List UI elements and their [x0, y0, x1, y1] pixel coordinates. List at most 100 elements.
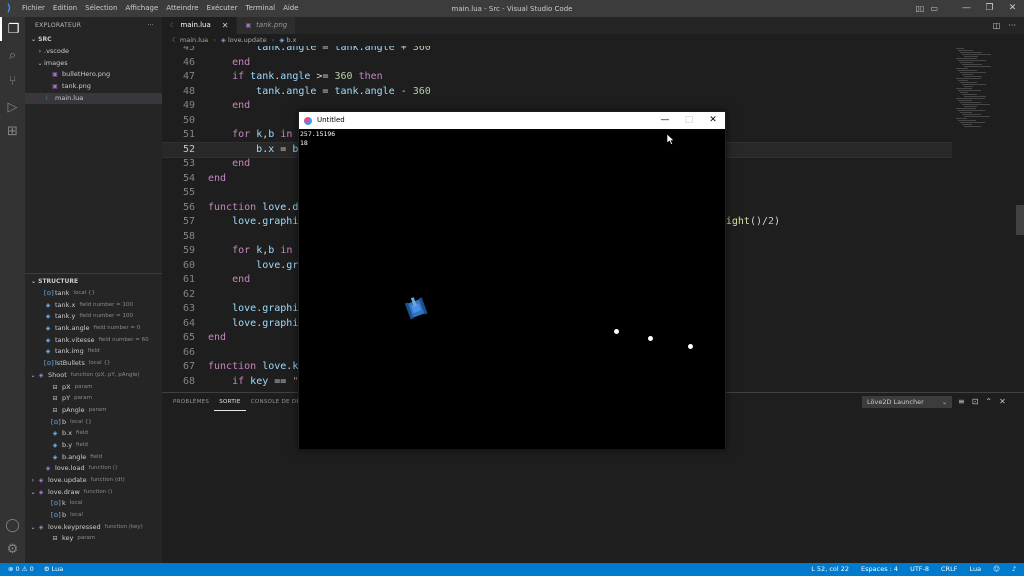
love-title-bar[interactable]: Untitled — □ ✕ — [299, 112, 725, 129]
outline-item[interactable]: ⊟ pAngle param — [25, 405, 162, 417]
maximize-panel-icon[interactable]: ⌃ — [985, 396, 992, 408]
outline-item[interactable]: ⊟ key param — [25, 533, 162, 545]
lock-scroll-icon[interactable]: ⊡ — [972, 396, 979, 408]
search-icon[interactable]: ⌕ — [0, 43, 25, 67]
minimize-button[interactable]: — — [955, 0, 978, 17]
outline-item[interactable]: ⌄ ◈ love.draw function () — [25, 487, 162, 499]
code-line[interactable]: 48 tank.angle = tank.angle - 360 — [162, 85, 952, 100]
source-control-icon[interactable]: ⑂ — [0, 69, 25, 93]
outline-item[interactable]: ◈ tank.angle field number = 0 — [25, 323, 162, 335]
explorer-icon[interactable]: ❐ — [0, 17, 25, 41]
outline-item[interactable]: [⊙] k local — [25, 498, 162, 510]
minimap[interactable] — [952, 46, 1012, 392]
breadcrumb-field[interactable]: b.x — [286, 36, 296, 44]
outline-item[interactable]: ⌄ ◈ love.keypressed function (key) — [25, 522, 162, 534]
menu-item[interactable]: Edition — [49, 0, 81, 17]
layout-panel-icon[interactable]: ▭ — [930, 0, 938, 17]
outline-item[interactable]: ⌄ ◈ Shoot function (pX, pY, pAngle) — [25, 370, 162, 382]
panel-tab[interactable]: SORTIE — [214, 394, 246, 411]
more-actions-button[interactable]: ··· — [147, 17, 154, 34]
output-channel-select[interactable]: Löve2D Launcher ⌄ — [862, 396, 952, 408]
folder-item[interactable]: › .vscode — [25, 46, 162, 58]
menu-item[interactable]: Exécuter — [203, 0, 242, 17]
run-debug-icon[interactable]: ▷ — [0, 95, 25, 119]
restore-button[interactable]: ❐ — [978, 0, 1001, 17]
code-line[interactable]: 46 end — [162, 56, 952, 71]
menu-item[interactable]: Sélection — [81, 0, 121, 17]
outline-item[interactable]: [⊙] lstBullets local {} — [25, 358, 162, 370]
split-editor-icon[interactable]: ◫ — [993, 17, 1001, 34]
language-mode[interactable]: Lua — [969, 563, 981, 576]
chevron-icon[interactable]: ⌄ — [29, 487, 37, 499]
function-icon: ◈ — [38, 523, 44, 531]
file-item[interactable]: ▣ tank.png — [25, 81, 162, 93]
close-tab-icon[interactable]: ✕ — [222, 17, 229, 34]
editor-tab[interactable]: ☾ main.lua ✕ — [162, 17, 238, 34]
chevron-icon[interactable]: ⌄ — [29, 522, 37, 534]
outline-item[interactable]: ◈ b.angle field — [25, 452, 162, 464]
code-line[interactable]: 47 if tank.angle >= 360 then — [162, 70, 952, 85]
file-item[interactable]: ☾ main.lua — [25, 92, 162, 105]
line-number: 52 — [182, 143, 195, 155]
folder-header[interactable]: ⌄ SRC — [25, 34, 162, 46]
menu-item[interactable]: Aide — [279, 0, 302, 17]
menu-item[interactable]: Terminal — [241, 0, 279, 17]
breadcrumb-function[interactable]: love.update — [228, 36, 267, 44]
image-file-icon: ▣ — [52, 71, 58, 79]
menu-item[interactable]: Fichier — [18, 0, 49, 17]
menu-item[interactable]: Atteindre — [162, 0, 202, 17]
panel-tab[interactable]: PROBLÈMES — [168, 393, 214, 411]
file-item[interactable]: ▣ bulletHero.png — [25, 69, 162, 81]
outline-item[interactable]: ◈ b.y field — [25, 440, 162, 452]
love-maximize-button[interactable]: □ — [677, 112, 701, 129]
outline-item[interactable]: ⊟ pY param — [25, 393, 162, 405]
outline-item[interactable]: ◈ tank.img field — [25, 346, 162, 358]
outline-detail: function () — [83, 488, 113, 495]
outline-item[interactable]: ◈ b.x field — [25, 428, 162, 440]
code-text: function love.ke — [208, 361, 304, 372]
menu-item[interactable]: Affichage — [121, 0, 162, 17]
outline-item[interactable]: ◈ tank.y field number = 100 — [25, 311, 162, 323]
notifications-icon[interactable]: ♪ — [1012, 563, 1016, 576]
outline-item[interactable]: [⊙] b local {} — [25, 417, 162, 429]
outline-item[interactable]: [⊙] b local — [25, 510, 162, 522]
feedback-icon[interactable]: ☺ — [993, 563, 1000, 576]
problems-status[interactable]: ⊗ 0 ⚠ 0 — [8, 563, 34, 576]
layout-sidebar-icon[interactable]: ▯▯ — [916, 0, 925, 17]
close-window-button[interactable]: ✕ — [1001, 0, 1024, 17]
editor-tab[interactable]: ▣ tank.png — [237, 17, 297, 34]
outline-item[interactable]: ◈ love.load function () — [25, 463, 162, 475]
chevron-icon[interactable]: ⌄ — [29, 370, 37, 382]
structure-title: STRUCTURE — [38, 278, 79, 285]
outline-item[interactable]: › ◈ love.update function (dt) — [25, 475, 162, 487]
minimap-line — [962, 124, 972, 125]
outline-item[interactable]: ⊟ pX param — [25, 382, 162, 394]
folder-item[interactable]: ⌄ images — [25, 58, 162, 70]
code-line[interactable]: 45 tank.angle = tank.angle + 360 — [162, 46, 952, 56]
encoding-status[interactable]: UTF-8 — [910, 563, 929, 576]
lua-status[interactable]: ⚙ Lua — [44, 563, 64, 576]
eol-status[interactable]: CRLF — [941, 563, 957, 576]
indentation-status[interactable]: Espaces : 4 — [861, 563, 898, 576]
game-canvas[interactable]: 257.15196 18 — [299, 129, 725, 449]
clear-output-icon[interactable]: ≡ — [958, 396, 965, 408]
outline-item[interactable]: ◈ tank.x field number = 100 — [25, 300, 162, 312]
chevron-icon[interactable]: › — [29, 475, 37, 487]
extensions-icon[interactable]: ⊞ — [0, 119, 25, 143]
more-editor-actions-icon[interactable]: ··· — [1008, 17, 1016, 34]
cursor-position[interactable]: L 52, col 22 — [811, 563, 849, 576]
angle-readout: 257.15196 — [300, 130, 336, 138]
structure-header[interactable]: ⌄ STRUCTURE — [25, 276, 162, 288]
account-icon[interactable]: ◯ — [0, 513, 25, 537]
breadcrumb-file[interactable]: main.lua — [180, 36, 208, 44]
outline-label: pX — [62, 382, 71, 391]
outline-item[interactable]: [⊙] tank local {} — [25, 288, 162, 300]
function-icon: ◈ — [38, 477, 44, 484]
scrollbar-thumb[interactable] — [1016, 205, 1024, 235]
love-close-button[interactable]: ✕ — [701, 112, 725, 129]
outline-item[interactable]: ◈ tank.vitesse field number = 60 — [25, 335, 162, 347]
close-panel-icon[interactable]: ✕ — [999, 396, 1006, 408]
settings-gear-icon[interactable]: ⚙ — [0, 537, 25, 561]
love-minimize-button[interactable]: — — [653, 112, 677, 129]
outline-detail: function (dt) — [90, 477, 125, 483]
